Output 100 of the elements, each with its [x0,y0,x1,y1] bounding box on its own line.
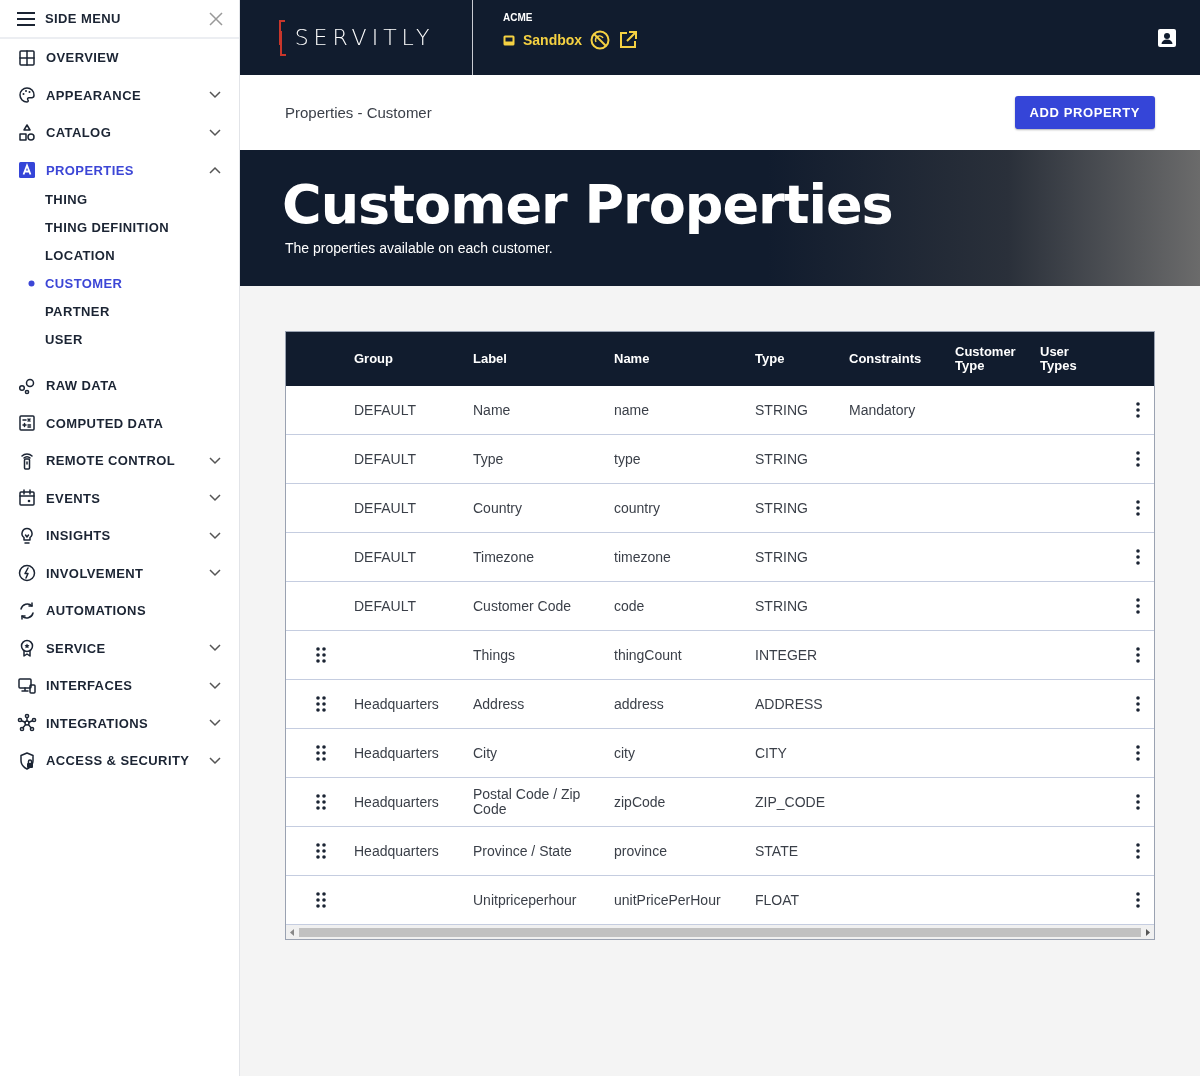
environment-name[interactable]: Sandbox [523,32,583,48]
more-options-icon[interactable] [1136,647,1140,663]
submenu-item[interactable]: PARTNER [0,297,239,325]
table-cell-text: STRING [755,451,809,467]
table-cell-text: ZIP_CODE [755,794,826,810]
add-property-button[interactable]: ADD PROPERTY [1014,96,1155,129]
chevron-icon[interactable] [209,494,221,503]
submenu-item[interactable]: USER [0,325,239,353]
menu-item[interactable]: INSIGHTS [0,517,239,555]
more-options-icon[interactable] [1136,843,1140,859]
more-options-icon[interactable] [1136,696,1140,712]
column-header[interactable]: Constraints [849,352,922,366]
table-row[interactable]: DEFAULT Name name STRING Mandatory [286,386,1154,435]
more-options-icon[interactable] [1136,402,1140,418]
more-options-icon[interactable] [1136,500,1140,516]
menu-title: SIDE MENU [45,11,122,26]
menu-item[interactable]: INVOLVEMENT [0,554,239,592]
drag-handle-icon[interactable] [314,745,326,761]
table-cell-text: Headquarters [354,696,440,712]
drag-handle-icon[interactable] [314,794,326,810]
column-header[interactable]: Name [614,352,650,366]
table-cell-text: Headquarters [354,745,440,761]
table-row[interactable]: Headquarters City city CITY [286,729,1154,778]
table-cell-text: Address [473,696,526,712]
chevron-icon[interactable] [209,531,221,540]
page-subtitle: The properties available on each customer. [285,240,554,257]
table-cell-text: INTEGER [755,647,819,663]
menu-item[interactable]: CATALOG [0,114,239,152]
drag-handle-icon[interactable] [314,892,326,908]
table-cell-text: Country [473,500,524,516]
menu-item[interactable]: EVENTS [0,479,239,517]
column-header[interactable]: Label [473,352,507,366]
menu-item[interactable]: INTEGRATIONS [0,704,239,742]
chevron-icon[interactable] [209,644,221,653]
table-row[interactable]: DEFAULT Country country STRING [286,484,1154,533]
network-icon [17,713,37,734]
table-row[interactable]: DEFAULT Timezone timezone STRING [286,533,1154,582]
table-row[interactable]: DEFAULT Type type STRING [286,435,1154,484]
more-options-icon[interactable] [1136,794,1140,810]
more-options-icon[interactable] [1136,549,1140,565]
table-cell-text: STRING [755,402,809,418]
drag-handle-icon[interactable] [314,696,326,712]
menu-item[interactable]: INTERFACES [0,667,239,705]
column-header[interactable]: Group [354,352,393,366]
table-cell-text: DEFAULT [354,451,417,467]
bracket-logo-icon [277,19,288,56]
scroll-right-icon[interactable] [1145,928,1150,936]
table-row[interactable]: Headquarters Address address ADDRESS [286,680,1154,729]
submenu-item[interactable]: CUSTOMER [0,269,239,297]
menu-item[interactable]: SERVICE [0,629,239,667]
table-cell-text: timezone [614,549,672,565]
menu-item[interactable]: RAW DATA [0,367,239,405]
more-options-icon[interactable] [1136,451,1140,467]
table-cell-text: type [614,451,642,467]
scroll-left-icon[interactable] [290,928,295,936]
submenu-item[interactable]: LOCATION [0,241,239,269]
more-options-icon[interactable] [1136,745,1140,761]
chevron-icon[interactable] [209,91,221,100]
column-header[interactable]: Customer Type [955,345,1016,373]
table-cell-text: DEFAULT [354,402,417,418]
menu-item[interactable]: OVERVIEW [0,39,239,77]
menu-item[interactable]: REMOTE CONTROL [0,442,239,480]
chevron-icon[interactable] [209,719,221,728]
more-options-icon[interactable] [1136,598,1140,614]
chevron-icon[interactable] [209,569,221,578]
chevron-icon[interactable] [209,456,221,465]
more-options-icon[interactable] [1136,892,1140,908]
menu-icon[interactable] [17,11,35,26]
submenu-item[interactable]: THING DEFINITION [0,213,239,241]
chevron-icon[interactable] [209,756,221,765]
bullet-icon [28,279,35,287]
calculator-icon [17,413,37,434]
column-header[interactable]: User Types [1040,345,1077,373]
monitor-phone-icon [17,675,37,696]
table-row[interactable]: Things thingCount INTEGER [286,631,1154,680]
table-cell-text: code [614,598,646,614]
table-cell-text: ADDRESS [755,696,824,712]
external-link-icon[interactable] [618,30,639,50]
prohibited-gauge-icon[interactable] [590,30,611,50]
table-row[interactable]: Headquarters Postal Code / Zip Code zipCode ZIP_CODE [286,778,1154,827]
table-cell-text: Mandatory [849,402,917,418]
drag-handle-icon[interactable] [314,843,326,859]
chevron-icon[interactable] [209,128,221,137]
menu-item[interactable]: ACCESS & SECURITY [0,742,239,780]
user-icon[interactable] [1158,28,1176,47]
close-icon[interactable] [209,11,223,26]
chevron-icon[interactable] [209,166,221,175]
grid-icon [17,47,37,68]
chevron-icon[interactable] [209,681,221,690]
table-cell-text: DEFAULT [354,500,417,516]
drag-handle-icon[interactable] [314,647,326,663]
table-cell-text: Province / State [473,843,573,859]
menu-item[interactable]: AUTOMATIONS [0,592,239,630]
menu-item[interactable]: COMPUTED DATA [0,404,239,442]
horizontal-scrollbar[interactable] [286,925,1154,939]
menu-item[interactable]: APPEARANCE [0,76,239,114]
column-header[interactable]: Type [755,352,785,366]
table-row[interactable]: DEFAULT Customer Code code STRING [286,582,1154,631]
table-cell-text: thingCount [614,647,683,663]
table-row[interactable]: Headquarters Province / State province STATE [286,827,1154,876]
